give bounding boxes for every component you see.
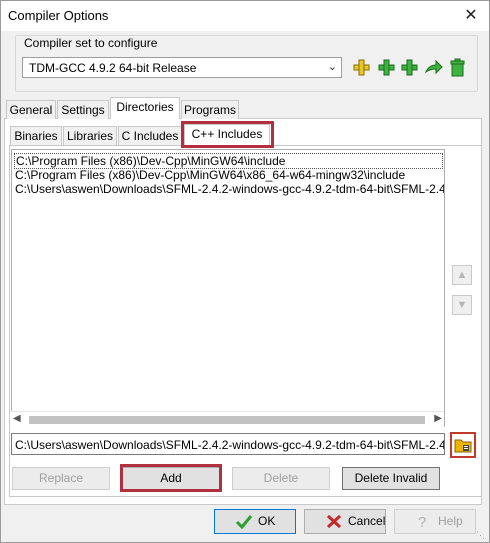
arrow-down-icon: ▼: [456, 299, 468, 311]
trash-icon: [450, 58, 465, 77]
include-dirs-list[interactable]: C:\Program Files (x86)\Dev-Cpp\MinGW64\i…: [11, 149, 445, 427]
ok-button[interactable]: OK: [214, 509, 296, 534]
compiler-set-label: Compiler set to configure: [22, 36, 160, 50]
compiler-set-value: TDM-GCC 4.9.2 64-bit Release: [29, 61, 197, 75]
ok-label: OK: [258, 514, 276, 528]
tab-settings[interactable]: Settings: [57, 100, 109, 119]
cancel-label: Cancel: [348, 514, 386, 528]
scroll-right-icon[interactable]: ▶: [434, 413, 442, 424]
compiler-set-select[interactable]: TDM-GCC 4.9.2 64-bit Release ⌄: [22, 57, 342, 78]
add-button[interactable]: Add: [122, 467, 220, 490]
plus-green-icon: [378, 59, 395, 76]
add-green-2-button[interactable]: [399, 57, 420, 78]
cancel-button[interactable]: Cancel: [304, 509, 386, 534]
plus-green-icon: [401, 59, 418, 76]
browse-folder-button[interactable]: [450, 432, 476, 458]
tab-binaries[interactable]: Binaries: [10, 126, 62, 145]
path-input[interactable]: C:\Users\aswen\Downloads\SFML-2.4.2-wind…: [11, 433, 445, 455]
add-green-button[interactable]: [376, 57, 397, 78]
horizontal-scrollbar[interactable]: ◀ ▶: [11, 411, 444, 428]
delete-invalid-button[interactable]: Delete Invalid: [342, 467, 440, 490]
add-compiler-set-button[interactable]: [351, 57, 372, 78]
plus-yellow-icon: [353, 59, 370, 76]
folder-icon: [454, 439, 472, 453]
tab-programs[interactable]: Programs: [181, 100, 239, 119]
chevron-down-icon: ⌄: [327, 61, 337, 73]
scrollbar-thumb[interactable]: [29, 416, 425, 424]
list-item[interactable]: C:\Users\aswen\Downloads\SFML-2.4.2-wind…: [15, 182, 444, 196]
rename-button[interactable]: [423, 57, 444, 78]
scroll-left-icon[interactable]: ◀: [13, 413, 21, 424]
tab-libraries[interactable]: Libraries: [63, 126, 117, 145]
list-item[interactable]: C:\Program Files (x86)\Dev-Cpp\MinGW64\x…: [15, 168, 405, 182]
delete-button[interactable]: Delete: [232, 467, 330, 490]
arrow-right-icon: [424, 59, 443, 75]
checkmark-icon: [235, 515, 253, 530]
tab-general[interactable]: General: [6, 100, 56, 119]
close-button[interactable]: ✕: [457, 3, 485, 29]
help-button[interactable]: ? Help: [394, 509, 476, 534]
arrow-up-icon: ▲: [456, 269, 468, 281]
move-up-button[interactable]: ▲: [452, 265, 472, 285]
tab-c-includes[interactable]: C Includes: [118, 126, 182, 145]
tab-directories[interactable]: Directories: [110, 97, 180, 119]
resize-grip-icon[interactable]: ⋱: [476, 530, 485, 541]
delete-compiler-set-button[interactable]: [447, 57, 468, 78]
move-down-button[interactable]: ▼: [452, 295, 472, 315]
help-icon: ?: [418, 514, 426, 530]
path-input-value: C:\Users\aswen\Downloads\SFML-2.4.2-wind…: [15, 438, 445, 452]
replace-button[interactable]: Replace: [12, 467, 110, 490]
list-item[interactable]: C:\Program Files (x86)\Dev-Cpp\MinGW64\i…: [14, 153, 443, 169]
help-label: Help: [438, 514, 463, 528]
title-bar: Compiler Options ✕: [1, 1, 489, 31]
svg-text:?: ?: [418, 514, 426, 530]
window-title: Compiler Options: [8, 8, 109, 23]
tab-cpp-includes[interactable]: C++ Includes: [184, 124, 270, 146]
cancel-x-icon: [326, 514, 342, 529]
